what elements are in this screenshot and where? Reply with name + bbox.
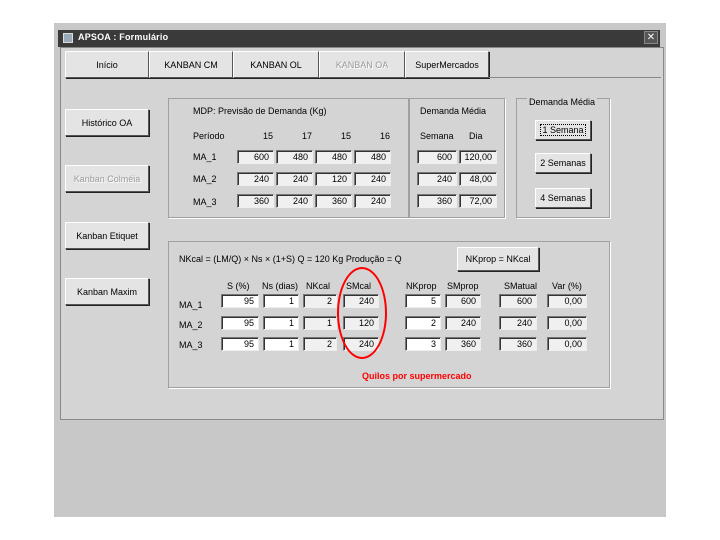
calc-row-label-ma3: MA_3 xyxy=(179,340,203,350)
forecast-cell[interactable]: 480 xyxy=(276,150,313,164)
four-weeks-button[interactable]: 4 Semanas xyxy=(535,188,591,208)
kanban-etiquet-button[interactable]: Kanban Etiquet xyxy=(65,222,149,249)
button-label: Kanban Etiquet xyxy=(76,230,138,241)
forecast-cell[interactable]: 360 xyxy=(237,194,274,208)
tab-supermercados[interactable]: SuperMercados xyxy=(405,51,489,78)
nkcal-field[interactable]: 1 xyxy=(303,316,337,330)
var-field[interactable]: 0,00 xyxy=(547,294,587,308)
ns-days-field[interactable]: 1 xyxy=(263,316,299,330)
forecast-cell[interactable]: 480 xyxy=(354,150,391,164)
nkprop-field[interactable]: 5 xyxy=(405,294,441,308)
forecast-cell[interactable]: 240 xyxy=(354,172,391,186)
tab-inicio[interactable]: Início xyxy=(65,51,149,78)
smprop-field[interactable]: 600 xyxy=(445,294,481,308)
ns-days-field[interactable]: 1 xyxy=(263,294,299,308)
button-label: 2 Semanas xyxy=(540,158,586,168)
avg-week-cell[interactable]: 360 xyxy=(417,194,457,208)
forecast-title: MDP: Previsão de Demanda (Kg) xyxy=(193,106,327,116)
s-percent-field[interactable]: 95 xyxy=(221,316,259,330)
tab-divider xyxy=(489,77,661,78)
tab-label: KANBAN CM xyxy=(164,59,218,70)
forecast-cell[interactable]: 600 xyxy=(237,150,274,164)
col-header-ns: Ns (dias) xyxy=(262,281,299,291)
tab-label: Início xyxy=(96,59,118,70)
col-header-nkcal: NKcal xyxy=(306,281,331,291)
button-label: 1 Semana xyxy=(540,124,586,136)
col-header-smprop: SMprop xyxy=(447,281,479,291)
nkcal-field[interactable]: 2 xyxy=(303,294,337,308)
kanban-colmeia-button[interactable]: Kanban Colméia xyxy=(65,165,149,192)
one-week-button[interactable]: 1 Semana xyxy=(535,120,591,140)
highlight-oval xyxy=(337,267,387,359)
nkprop-equals-nkcal-button[interactable]: NKprop = NKcal xyxy=(457,247,539,271)
close-icon[interactable]: ✕ xyxy=(644,31,658,44)
col-header-s: S (%) xyxy=(227,281,250,291)
period-value: 17 xyxy=(301,131,312,141)
button-label: Kanban Maxim xyxy=(76,286,138,297)
avg-day-cell[interactable]: 120,00 xyxy=(459,150,497,164)
avg-demand-header-dia: Dia xyxy=(469,131,483,141)
var-field[interactable]: 0,00 xyxy=(547,337,587,351)
smatual-field[interactable]: 240 xyxy=(499,316,537,330)
period-value: 15 xyxy=(340,131,351,141)
smprop-field[interactable]: 360 xyxy=(445,337,481,351)
row-label-ma2: MA_2 xyxy=(193,174,217,184)
kanban-maxim-button[interactable]: Kanban Maxim xyxy=(65,278,149,305)
avg-week-cell[interactable]: 240 xyxy=(417,172,457,186)
tab-label: KANBAN OA xyxy=(335,59,389,70)
button-label: Kanban Colméia xyxy=(73,173,141,184)
smatual-field[interactable]: 600 xyxy=(499,294,537,308)
col-header-nkprop: NKprop xyxy=(406,281,437,291)
tab-kanban-cm[interactable]: KANBAN CM xyxy=(149,51,233,78)
calc-row-label-ma2: MA_2 xyxy=(179,320,203,330)
button-label: 4 Semanas xyxy=(540,193,586,203)
avg-demand-title: Demanda Média xyxy=(420,106,487,116)
avg-demand-header-semana: Semana xyxy=(420,131,454,141)
nkprop-field[interactable]: 2 xyxy=(405,316,441,330)
smatual-field[interactable]: 360 xyxy=(499,337,537,351)
forecast-cell[interactable]: 120 xyxy=(315,172,352,186)
avg-day-cell[interactable]: 72,00 xyxy=(459,194,497,208)
forecast-cell[interactable]: 240 xyxy=(276,172,313,186)
annotation-text: Quilos por supermercado xyxy=(362,371,472,381)
two-weeks-button[interactable]: 2 Semanas xyxy=(535,153,591,173)
historico-oa-button[interactable]: Histórico OA xyxy=(65,109,149,136)
app-icon xyxy=(63,33,73,43)
avg-day-cell[interactable]: 48,00 xyxy=(459,172,497,186)
forecast-cell[interactable]: 240 xyxy=(276,194,313,208)
row-label-ma3: MA_3 xyxy=(193,197,217,207)
forecast-cell[interactable]: 360 xyxy=(315,194,352,208)
calc-row-label-ma1: MA_1 xyxy=(179,300,203,310)
s-percent-field[interactable]: 95 xyxy=(221,294,259,308)
tab-kanban-oa[interactable]: KANBAN OA xyxy=(319,51,405,78)
period-value: 16 xyxy=(379,131,390,141)
title-bar[interactable]: APSOA : Formulário ✕ xyxy=(58,30,660,47)
form-client-area: Início KANBAN CM KANBAN OL KANBAN OA Sup… xyxy=(60,47,664,420)
tab-label: KANBAN OL xyxy=(250,59,302,70)
forecast-cell[interactable]: 480 xyxy=(315,150,352,164)
period-value: 15 xyxy=(262,131,273,141)
row-label-ma1: MA_1 xyxy=(193,152,217,162)
var-field[interactable]: 0,00 xyxy=(547,316,587,330)
nkcal-field[interactable]: 2 xyxy=(303,337,337,351)
s-percent-field[interactable]: 95 xyxy=(221,337,259,351)
formula-text: NKcal = (LM/Q) × Ns × (1+S) Q = 120 Kg P… xyxy=(179,254,402,264)
tab-label: SuperMercados xyxy=(415,59,479,70)
tab-kanban-ol[interactable]: KANBAN OL xyxy=(233,51,319,78)
ns-days-field[interactable]: 1 xyxy=(263,337,299,351)
button-label: NKprop = NKcal xyxy=(465,254,531,264)
demand-options-title: Demanda Média xyxy=(527,97,598,107)
avg-week-cell[interactable]: 600 xyxy=(417,150,457,164)
forecast-cell[interactable]: 240 xyxy=(354,194,391,208)
nkprop-field[interactable]: 3 xyxy=(405,337,441,351)
period-label: Período xyxy=(193,131,225,141)
button-label: Histórico OA xyxy=(81,117,133,128)
window-title: APSOA : Formulário xyxy=(78,32,169,42)
forecast-cell[interactable]: 240 xyxy=(237,172,274,186)
smprop-field[interactable]: 240 xyxy=(445,316,481,330)
col-header-smatual: SMatual xyxy=(504,281,538,291)
col-header-var: Var (%) xyxy=(552,281,582,291)
